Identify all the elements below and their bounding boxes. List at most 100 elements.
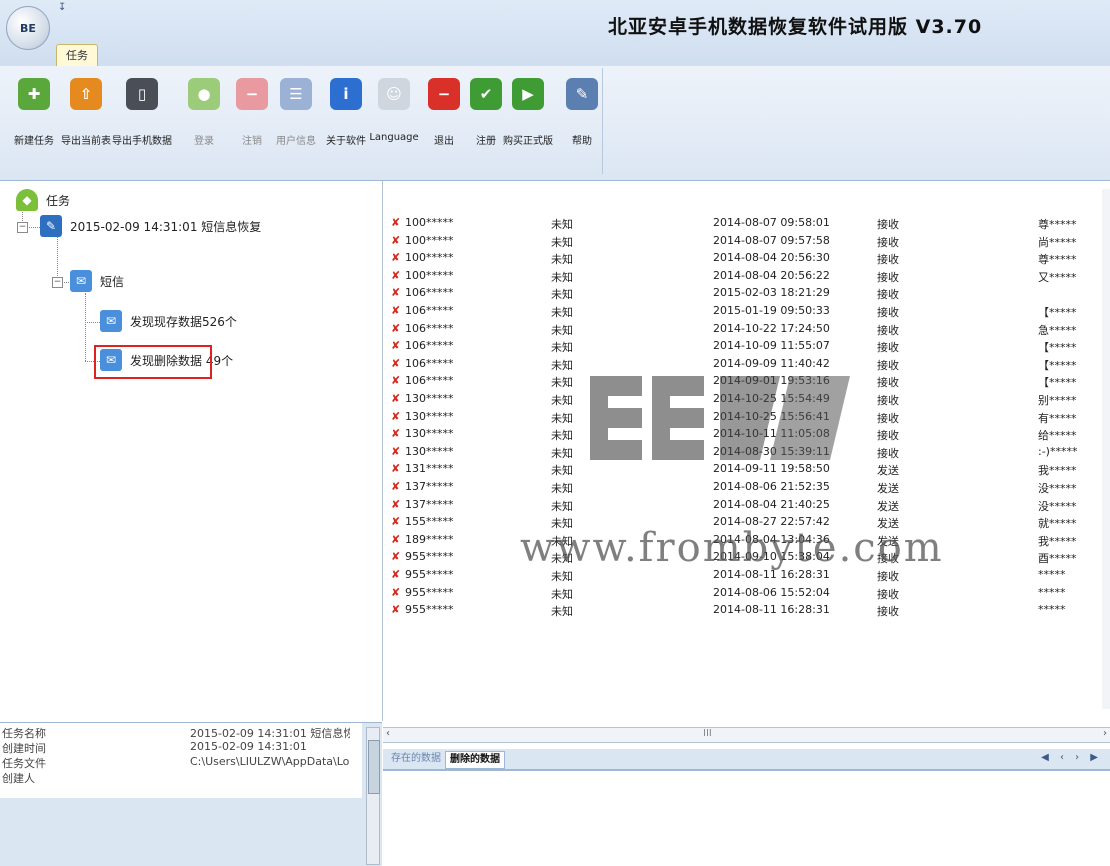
- property-key: 任务名称: [2, 727, 46, 740]
- tab-deleted-data[interactable]: 删除的数据: [445, 751, 505, 769]
- about-icon: i: [330, 78, 362, 110]
- table-row[interactable]: ✘ 137***** 未知 2014-08-06 21:52:35 发送 没*****: [383, 479, 1110, 496]
- scroll-right-icon[interactable]: ›: [1103, 728, 1107, 739]
- table-row[interactable]: ✘ 106***** 未知 2015-02-03 18:21:29 接收: [383, 285, 1110, 302]
- tree-root[interactable]: ◆ 任务: [16, 189, 70, 211]
- data-tabs: 存在的数据 删除的数据 ◀ ‹ › ▶: [383, 749, 1110, 770]
- cell-number: 130*****: [405, 444, 454, 458]
- task-properties: 任务名称 2015-02-09 14:31:01 短信息恢复 创建时间 2015…: [0, 722, 382, 866]
- ribbon-button-label: 新建任务: [14, 136, 54, 147]
- cell-number: 137*****: [405, 497, 454, 511]
- help-button[interactable]: ✎ 帮助: [554, 78, 610, 147]
- scrollbar-thumb[interactable]: [368, 740, 380, 794]
- ribbon-button-label: 购买正式版: [503, 136, 553, 147]
- cell-number: 130*****: [405, 427, 454, 441]
- language-icon: ☺: [378, 78, 410, 110]
- task-doc-icon: ✎: [40, 215, 62, 237]
- language-button[interactable]: ☺ Language: [366, 78, 422, 143]
- ribbon-button-label: 注册: [476, 136, 496, 147]
- app-logo[interactable]: BE: [6, 6, 50, 50]
- table-horizontal-scrollbar[interactable]: ‹ III ›: [383, 727, 1110, 743]
- table-row[interactable]: ✘ 137***** 未知 2014-08-04 21:40:25 发送 没*****: [383, 497, 1110, 514]
- cell-type: 接收: [877, 306, 899, 319]
- table-row[interactable]: ✘ 106***** 未知 2014-10-22 17:24:50 接收 急*****: [383, 321, 1110, 338]
- cell-type: 发送: [877, 464, 899, 478]
- tab-task[interactable]: 任务: [56, 44, 98, 67]
- deleted-mark-icon: ✘: [391, 304, 401, 317]
- cell-content: *****: [1038, 603, 1066, 617]
- tree-category-sms[interactable]: ✉ 短信: [70, 270, 124, 292]
- cell-content: 没*****: [1038, 499, 1077, 513]
- table-row[interactable]: ✘ 955***** 未知 2014-08-11 16:28:31 接收 *****: [383, 602, 1110, 619]
- deleted-mark-icon: ✘: [391, 286, 401, 300]
- table-row[interactable]: ✘ 106***** 未知 2014-10-09 11:55:07 接收 【*****: [383, 338, 1110, 355]
- deleted-mark-icon: ✘: [391, 233, 401, 247]
- ribbon: ✚ 新建任务 ⇧ 导出当前表 ▯ 导出手机数据 ● 登录 − 注销 ☰ 用户信息 i 关于软件 ☺ Langu…: [0, 66, 1110, 181]
- cell-number: 106*****: [405, 286, 454, 300]
- quick-access-arrow-icon[interactable]: ↧: [58, 2, 66, 13]
- cell-name: 未知: [551, 499, 573, 513]
- deleted-mark-icon: ✘: [391, 374, 401, 388]
- cell-content: 【*****: [1038, 376, 1077, 390]
- scroll-thumb-grip[interactable]: III: [703, 728, 712, 739]
- app-title: 北亚安卓手机数据恢复软件试用版 V3.70: [608, 16, 983, 38]
- cell-content: 没*****: [1038, 482, 1077, 495]
- help-icon: ✎: [566, 78, 598, 110]
- property-row[interactable]: 创建时间 2015-02-09 14:31:01: [0, 740, 362, 755]
- cell-content: 尊*****: [1038, 253, 1077, 267]
- table-row[interactable]: ✘ 100***** 未知 2014-08-04 20:56:22 接收 又*****: [383, 268, 1110, 285]
- cell-time: 2014-08-04 20:56:30: [713, 251, 830, 265]
- cell-number: 131*****: [405, 462, 454, 476]
- deleted-mark-icon: ✘: [391, 444, 401, 458]
- cell-number: 955*****: [405, 550, 454, 564]
- tree-expander[interactable]: −: [17, 222, 28, 233]
- sms-envelope-icon: ✉: [70, 270, 92, 292]
- table-vertical-scrollbar[interactable]: [1102, 189, 1110, 709]
- property-key: 任务文件: [2, 757, 46, 770]
- cell-name: 未知: [551, 587, 573, 601]
- pager-navigation[interactable]: ◀ ‹ › ▶: [1041, 752, 1102, 763]
- ribbon-button-label: 关于软件: [326, 136, 366, 147]
- deleted-mark-icon: ✘: [391, 497, 401, 511]
- tree-session[interactable]: ✎ 2015-02-09 14:31:01 短信息恢复: [40, 215, 261, 237]
- cell-name: 未知: [551, 446, 573, 460]
- property-row[interactable]: 创建人: [0, 770, 362, 785]
- ribbon-group-task: ✚ 新建任务 ⇧ 导出当前表 ▯ 导出手机数据 ● 登录 − 注销 ☰ 用户信息 i 关于软件 ☺ Langu…: [6, 68, 603, 174]
- cell-number: 130*****: [405, 409, 454, 423]
- cell-type: 接收: [877, 376, 899, 390]
- buy-button[interactable]: ▶ 购买正式版: [500, 78, 556, 147]
- register-icon: ✔: [470, 78, 502, 110]
- deleted-mark-icon: ✘: [391, 392, 401, 405]
- properties-scrollbar[interactable]: [366, 727, 380, 865]
- property-row[interactable]: 任务名称 2015-02-09 14:31:01 短信息恢复: [0, 725, 362, 740]
- tree-expander[interactable]: −: [52, 277, 63, 288]
- task-tree: − − ◆ 任务 ✎ 2015-02-09 14:31:01 短信息恢复 ✉ 短…: [0, 181, 383, 721]
- tree-existing-data[interactable]: ✉ 发现现存数据526个: [100, 310, 237, 332]
- phone-export-button[interactable]: ▯ 导出手机数据: [112, 78, 172, 147]
- ribbon-button-label: 登录: [194, 136, 214, 147]
- cell-number: 106*****: [405, 304, 454, 317]
- table-row[interactable]: ✘ 100***** 未知 2014-08-07 09:58:01 接收 尊*****: [383, 215, 1110, 232]
- tab-existing-data[interactable]: 存在的数据: [387, 751, 445, 767]
- buy-icon: ▶: [512, 78, 544, 110]
- new-task-button[interactable]: ✚ 新建任务: [6, 78, 62, 147]
- scroll-left-icon[interactable]: ‹: [386, 728, 390, 739]
- cell-name: 未知: [551, 341, 573, 355]
- cell-content: 就*****: [1038, 517, 1077, 531]
- ribbon-button-label: 退出: [434, 136, 454, 147]
- user-info-button[interactable]: ☰ 用户信息: [268, 78, 324, 147]
- export-table-button[interactable]: ⇧ 导出当前表: [58, 78, 114, 147]
- cell-type: 接收: [877, 323, 899, 337]
- cell-type: 接收: [877, 218, 899, 231]
- cell-number: 106*****: [405, 356, 454, 370]
- table-row[interactable]: ✘ 106***** 未知 2015-01-19 09:50:33 接收 【*****: [383, 303, 1110, 320]
- table-row[interactable]: ✘ 955***** 未知 2014-08-06 15:52:04 接收 *****: [383, 585, 1110, 602]
- cell-type: 发送: [877, 482, 899, 495]
- property-row[interactable]: 任务文件 C:\Users\LIULZW\AppData\Loc...: [0, 755, 362, 770]
- cell-number: 137*****: [405, 480, 454, 493]
- cell-content: 有*****: [1038, 411, 1077, 425]
- cell-type: 接收: [877, 587, 899, 601]
- table-row[interactable]: ✘ 100***** 未知 2014-08-07 09:57:58 接收 尚*****: [383, 233, 1110, 250]
- table-row[interactable]: ✘ 100***** 未知 2014-08-04 20:56:30 接收 尊*****: [383, 250, 1110, 267]
- deleted-mark-icon: ✘: [391, 515, 401, 529]
